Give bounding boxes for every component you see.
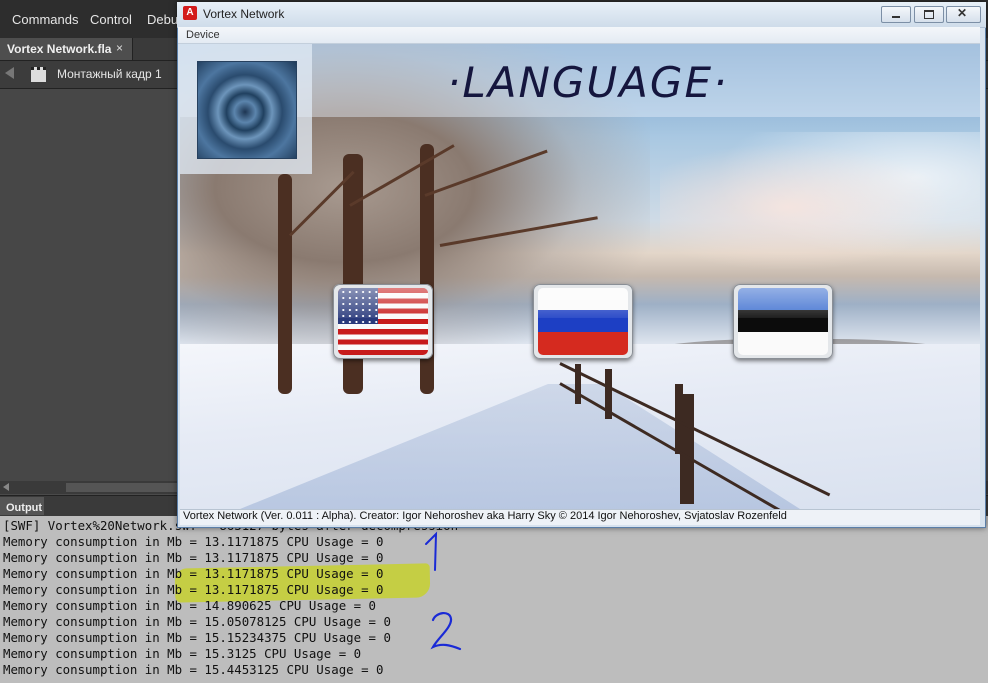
output-memory-line: Memory consumption in Mb = 13.1171875 CP… <box>3 582 384 597</box>
us-flag-icon <box>338 288 428 355</box>
document-tab[interactable]: Vortex Network.fla × <box>0 38 133 60</box>
flag-gloss <box>738 288 828 319</box>
tree-trunk <box>278 174 292 394</box>
language-button-estonian[interactable] <box>733 284 833 359</box>
app-titlebar[interactable] <box>177 2 986 28</box>
scene-clapper-icon <box>31 67 46 82</box>
minimize-button[interactable] <box>881 6 911 23</box>
language-button-russian[interactable] <box>533 284 633 359</box>
menu-device[interactable]: Device <box>186 29 220 41</box>
scene-label[interactable]: Монтажный кадр 1 <box>57 67 162 81</box>
menu-control[interactable]: Control <box>90 12 132 27</box>
flag-gloss <box>338 288 428 319</box>
close-tab-icon[interactable]: × <box>116 41 123 55</box>
language-screen: ·LANGUAGE· <box>180 44 980 509</box>
scroll-left-arrow-icon[interactable] <box>3 483 9 491</box>
output-memory-line: Memory consumption in Mb = 15.05078125 C… <box>3 614 391 629</box>
status-text: Vortex Network (Ver. 0.011 : Alpha). Cre… <box>183 510 787 522</box>
output-memory-line: Memory consumption in Mb = 13.1171875 CP… <box>3 566 384 581</box>
output-memory-line: Memory consumption in Mb = 15.15234375 C… <box>3 630 391 645</box>
russia-flag-icon <box>538 288 628 355</box>
annotation-2-mark <box>430 612 462 651</box>
fence-post <box>680 394 694 504</box>
output-memory-line: Memory consumption in Mb = 13.1171875 CP… <box>3 534 384 549</box>
output-memory-line: Memory consumption in Mb = 13.1171875 CP… <box>3 550 384 565</box>
app-menubar <box>178 27 980 44</box>
flag-gloss <box>538 288 628 319</box>
output-tab-label: Output <box>6 502 43 514</box>
app-logo-icon: A <box>183 6 197 20</box>
annotation-1-mark <box>425 531 438 571</box>
output-memory-line: Memory consumption in Mb = 15.4453125 CP… <box>3 662 384 677</box>
menu-commands[interactable]: Commands <box>12 12 78 27</box>
page-title: ·LANGUAGE· <box>447 58 729 107</box>
document-tab-label: Vortex Network.fla <box>7 42 112 56</box>
language-button-english[interactable] <box>333 284 433 359</box>
app-title: Vortex Network <box>203 7 285 21</box>
back-arrow-icon[interactable] <box>5 67 14 79</box>
sky-clouds <box>660 132 980 282</box>
maximize-button[interactable] <box>914 6 944 23</box>
output-memory-line: Memory consumption in Mb = 15.3125 CPU U… <box>3 646 362 661</box>
close-icon: ✕ <box>957 6 968 20</box>
estonia-flag-icon <box>738 288 828 355</box>
vortex-logo-icon <box>197 61 297 159</box>
logo-box <box>180 44 312 174</box>
output-memory-line: Memory consumption in Mb = 14.890625 CPU… <box>3 598 376 613</box>
